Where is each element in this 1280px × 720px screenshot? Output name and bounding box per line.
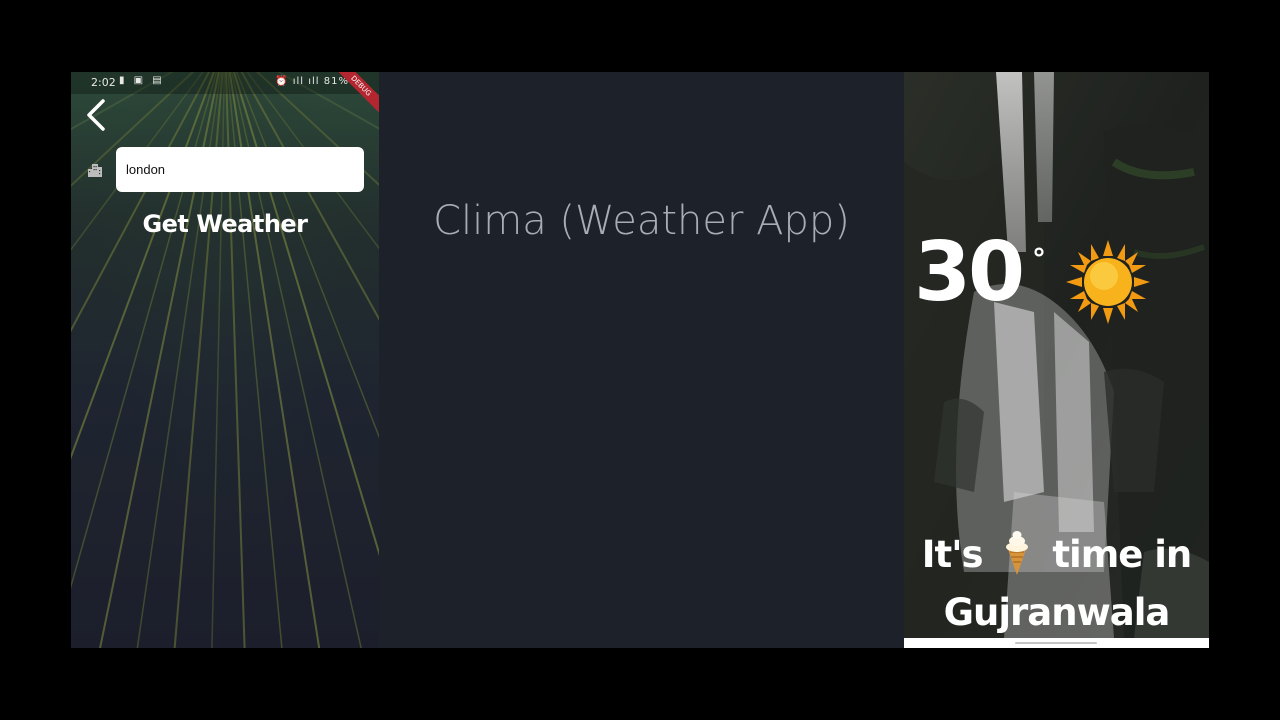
degree-symbol: ° (1032, 242, 1046, 275)
city-name: Gujranwala (943, 591, 1171, 634)
presentation-slide: 2:02 ▮ ▣ ▤ ⏰ ıll ıll 81% DEBUG london Ge… (71, 72, 1209, 648)
message-prefix: It's (921, 533, 984, 576)
city-screen: 2:02 ▮ ▣ ▤ ⏰ ıll ıll 81% DEBUG london Ge… (71, 72, 379, 648)
city-name-input[interactable]: london (116, 147, 364, 192)
back-arrow-icon[interactable] (85, 98, 107, 132)
location-city-icon (88, 164, 102, 177)
location-screen: 30 ° It's time in Gujranwala (904, 72, 1209, 648)
ice-cream-icon (1006, 531, 1029, 575)
signal-icons: ⏰ ıll ıll 81% (275, 76, 349, 87)
notification-icons: ▮ ▣ ▤ (119, 75, 165, 86)
message-suffix: time in (1052, 533, 1192, 576)
temperature-value: 30 (914, 225, 1025, 320)
slide-title: Clima (Weather App) (433, 198, 850, 244)
status-bar: 2:02 ▮ ▣ ▤ ⏰ ıll ıll 81% (71, 72, 379, 94)
weather-message: It's time in Gujranwala (904, 526, 1209, 642)
get-weather-button[interactable]: Get Weather (111, 210, 339, 238)
sun-icon (1066, 240, 1150, 324)
home-gesture-handle[interactable] (1015, 642, 1097, 644)
navigation-bar (904, 638, 1209, 648)
status-time: 2:02 (91, 76, 116, 89)
